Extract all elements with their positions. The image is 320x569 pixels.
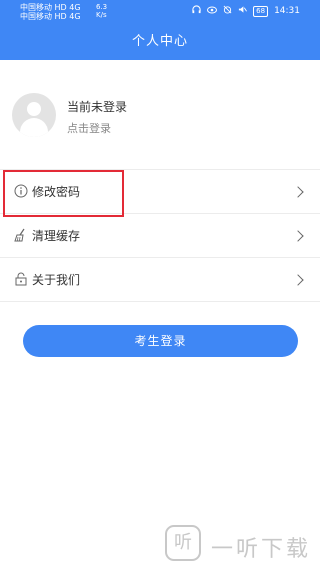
speed-unit: K/s [96,11,107,19]
top-bar: 中国移动 HD 4G 中国移动 HD 4G 6.3 K/s 68 14:31 个… [0,0,320,60]
chevron-right-icon [292,229,304,242]
status-bar: 中国移动 HD 4G 中国移动 HD 4G 6.3 K/s 68 14:31 [0,0,320,22]
status-right: 68 14:31 [192,5,300,17]
carrier-1: 中国移动 HD 4G [20,3,81,12]
watermark: 听 一听下载 [165,523,315,567]
battery-indicator: 68 [253,5,269,17]
carrier-info: 中国移动 HD 4G 中国移动 HD 4G [20,3,81,21]
highlight-box [3,170,124,217]
profile-section[interactable]: 当前未登录 点击登录 [0,60,320,170]
clock: 14:31 [274,5,300,16]
speed-value: 6.3 [96,3,108,11]
broom-icon [14,227,30,243]
watermark-text: 一听下载 [211,537,312,562]
avatar-body [20,118,48,137]
mute-icon [238,5,248,17]
lock-icon [14,271,30,287]
student-login-button[interactable]: 考生登录 [23,325,298,357]
menu-label-clear-cache: 清理缓存 [32,229,81,243]
menu-item-about-us[interactable]: 关于我们 [0,258,320,302]
chevron-right-icon [292,273,304,286]
chevron-right-icon [292,185,304,198]
menu-item-clear-cache[interactable]: 清理缓存 [0,214,320,258]
content-card: 当前未登录 点击登录 修改密码 清理缓存 关于我们 听 一听下载 [0,60,320,569]
watermark-logo: 听 [165,525,201,561]
avatar[interactable] [12,93,56,137]
avatar-head [27,102,41,116]
login-status-text: 当前未登录 [67,100,128,114]
click-to-login-link[interactable]: 点击登录 [67,120,111,136]
eye-icon [207,6,218,17]
network-speed: 6.3 K/s [96,3,107,19]
carrier-2: 中国移动 HD 4G [20,12,81,21]
menu-label-about-us: 关于我们 [32,273,81,287]
page-title: 个人中心 [131,34,188,49]
alarm-off-icon [223,5,232,17]
headphones-icon [192,5,201,17]
